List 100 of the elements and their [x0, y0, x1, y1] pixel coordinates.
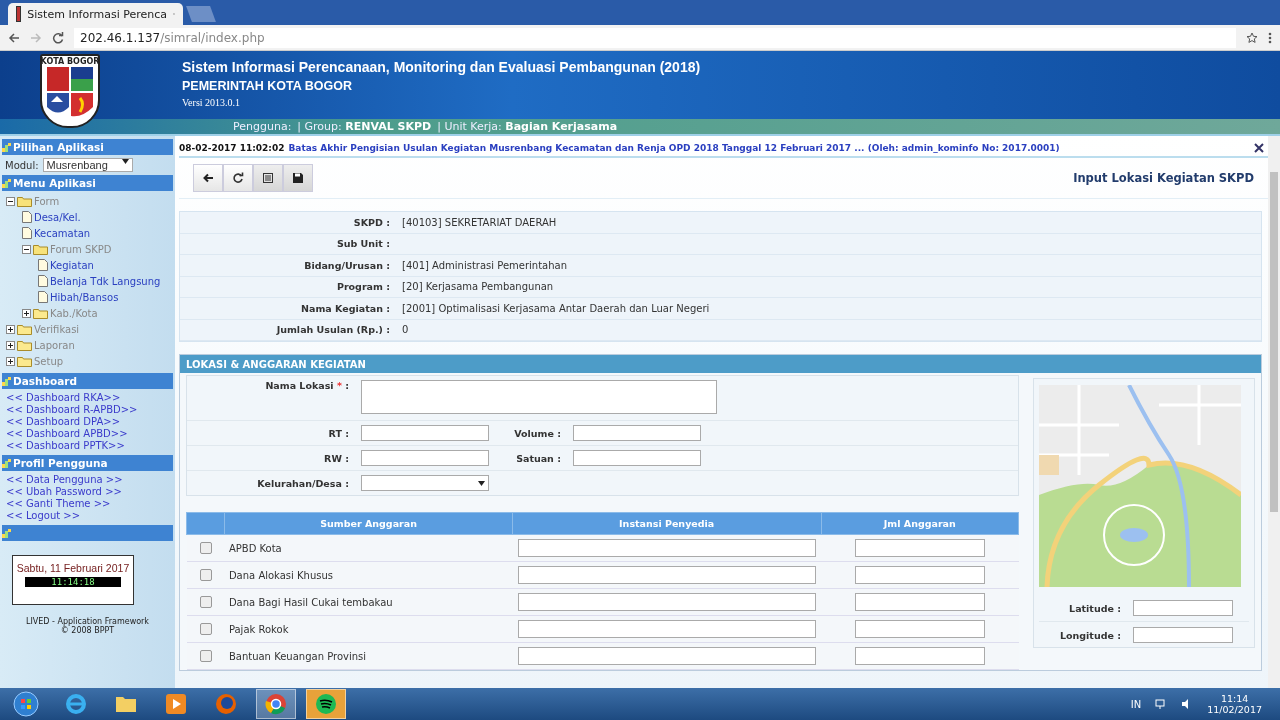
dashboard-link[interactable]: << Dashboard DPA>> [6, 416, 169, 428]
browser-tab[interactable]: Sistem Informasi Perenca [8, 3, 183, 25]
instansi-field[interactable] [517, 620, 816, 638]
folder-icon [17, 355, 32, 367]
satuan-field[interactable] [573, 450, 701, 466]
row-checkbox[interactable] [199, 569, 212, 581]
back-button[interactable] [193, 164, 223, 192]
back-icon[interactable] [8, 31, 20, 44]
longitude-field[interactable] [1133, 627, 1233, 643]
tree-item[interactable]: Hibah/Bansos [50, 291, 119, 303]
forward-icon[interactable] [30, 31, 42, 44]
latitude-field[interactable] [1133, 600, 1233, 616]
column-header: Sumber Anggaran [224, 512, 513, 535]
dashboard-link[interactable]: << Dashboard PPTK>> [6, 440, 169, 452]
row-checkbox[interactable] [199, 596, 212, 608]
rw-field[interactable] [361, 450, 489, 466]
kelurahan-dropdown[interactable] [361, 475, 489, 491]
tree-item[interactable]: Desa/Kel. [34, 211, 81, 223]
expand-icon[interactable] [6, 340, 15, 350]
caret-icon [478, 480, 485, 486]
instansi-field[interactable] [517, 539, 816, 557]
user-info: | Group: RENVAL SKPD [297, 120, 432, 133]
amount-field[interactable] [854, 539, 985, 557]
table-cell: Dana Bagi Hasil Cukai tembakau [228, 596, 393, 608]
amount-field[interactable] [854, 593, 985, 611]
app-subtitle: PEMERINTAH KOTA BOGOR [182, 79, 353, 93]
bars-icon [2, 528, 11, 538]
amount-field[interactable] [854, 620, 985, 638]
amount-field[interactable] [854, 566, 985, 584]
sidebar-header: Profil Pengguna [2, 455, 173, 471]
browser-icon[interactable] [256, 689, 296, 719]
row-checkbox[interactable] [199, 650, 212, 662]
tree-item[interactable]: Kecamatan [34, 227, 91, 239]
tree-item[interactable]: Kegiatan [50, 259, 94, 271]
sidebar-header: Dashboard [2, 373, 173, 389]
bars-icon [2, 178, 11, 188]
list-icon [262, 172, 274, 184]
user-info: | Unit Kerja: Bagian Kerjasama [437, 120, 618, 133]
document-icon [38, 259, 48, 271]
dashboard-link[interactable]: << Dashboard RKA>> [6, 392, 169, 404]
language-indicator[interactable]: IN [1130, 698, 1142, 710]
refresh-icon [232, 172, 244, 184]
column-header: Instansi Penyedia [512, 512, 822, 535]
instansi-field[interactable] [517, 593, 816, 611]
profile-link[interactable]: << Data Pengguna >> [6, 474, 169, 486]
location-textarea[interactable] [361, 380, 717, 414]
field-label: Kelurahan/Desa : [256, 477, 349, 489]
footer-text: © 2008 BPPT [60, 626, 116, 635]
field-value: [401] Administrasi Pemerintahan [402, 259, 569, 271]
field-value: [20] Kerjasama Pembangunan [402, 281, 555, 293]
tree-item[interactable]: Belanja Tdk Langsung [50, 275, 161, 287]
menu-icon[interactable] [1268, 31, 1272, 44]
save-icon [292, 172, 304, 184]
rt-field[interactable] [361, 425, 489, 441]
bars-icon [2, 458, 11, 468]
dashboard-link[interactable]: << Dashboard APBD>> [6, 428, 169, 440]
address-bar[interactable]: 202.46.1.137/simral/index.php [74, 27, 1236, 48]
expand-icon[interactable] [6, 356, 15, 366]
clock-widget: Sabtu, 11 Februari 2017 11:14:18 [12, 555, 134, 605]
field-label: Sub Unit : [335, 238, 390, 250]
taskbar-clock[interactable]: 11:14 11/02/2017 [1207, 693, 1262, 715]
field-label: Jumlah Usulan (Rp.) : [275, 324, 390, 336]
field-label: RW : [323, 452, 349, 464]
collapse-icon[interactable] [22, 244, 31, 254]
folder-icon [17, 339, 32, 351]
page-title: Input Lokasi Kegiatan SKPD [1073, 171, 1254, 185]
field-value: [40103] SEKRETARIAT DAERAH [402, 216, 558, 228]
table-cell: Dana Alokasi Khusus [228, 569, 334, 581]
refresh-button[interactable] [223, 164, 253, 192]
document-icon [22, 211, 32, 223]
save-button[interactable] [283, 164, 313, 192]
expand-icon[interactable] [6, 324, 15, 334]
list-button[interactable] [253, 164, 283, 192]
instansi-field[interactable] [517, 566, 816, 584]
profile-link[interactable]: << Logout >> [6, 510, 169, 522]
amount-field[interactable] [854, 647, 985, 665]
dashboard-link[interactable]: << Dashboard R-APBD>> [6, 404, 169, 416]
expand-icon[interactable] [22, 308, 31, 318]
field-label: SKPD : [352, 216, 390, 228]
network-icon[interactable] [1155, 698, 1168, 710]
table-cell: Bantuan Keuangan Provinsi [228, 650, 367, 662]
music-app-icon[interactable] [306, 689, 346, 719]
version-text: Versi 2013.0.1 [182, 97, 242, 108]
field-value: [2001] Optimalisasi Kerjasama Antar Daerah dan Luar Negeri [402, 302, 711, 314]
profile-link[interactable]: << Ganti Theme >> [6, 498, 169, 510]
modul-dropdown[interactable]: Musrenbang [42, 158, 133, 172]
field-label: Volume : [513, 427, 561, 439]
row-checkbox[interactable] [199, 542, 212, 554]
volume-field[interactable] [573, 425, 701, 441]
table-cell: APBD Kota [228, 542, 282, 554]
modul-label: Modul: [5, 159, 39, 171]
field-label: Bidang/Urusan : [303, 259, 390, 271]
collapse-icon[interactable] [6, 196, 15, 206]
instansi-field[interactable] [517, 647, 816, 665]
new-tab-button[interactable] [186, 6, 216, 22]
document-icon [38, 275, 48, 287]
profile-link[interactable]: << Ubah Password >> [6, 486, 169, 498]
row-checkbox[interactable] [199, 623, 212, 635]
star-icon[interactable] [1246, 31, 1258, 44]
reload-icon[interactable] [52, 31, 64, 44]
